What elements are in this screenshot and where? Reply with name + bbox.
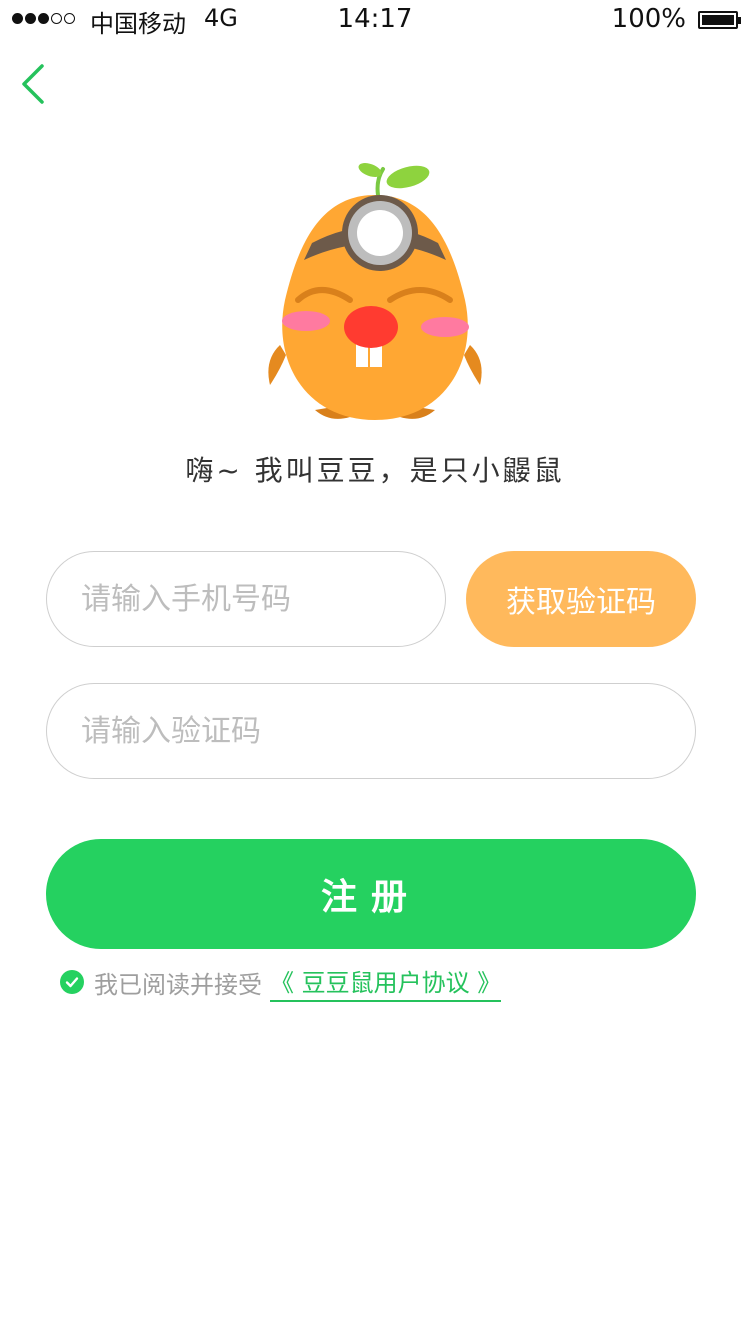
mascot-greeting: 嗨~ 我叫豆豆，是只小鼹鼠 [185, 454, 565, 487]
checkmark-circle-icon[interactable] [60, 970, 84, 994]
battery-percentage: 100% [611, 4, 686, 34]
agreement-prefix: 我已阅读并接受 [94, 970, 262, 999]
mole-mascot-illustration [250, 155, 500, 430]
verification-code-input[interactable] [46, 683, 696, 779]
agreement-row: 我已阅读并接受 《 豆豆鼠用户协议 》 [60, 963, 502, 1002]
chevron-left-icon [22, 64, 44, 104]
get-verification-code-button[interactable]: 获取验证码 [466, 551, 696, 647]
phone-number-input[interactable] [46, 551, 446, 647]
back-button[interactable] [14, 58, 58, 110]
user-agreement-link[interactable]: 《 豆豆鼠用户协议 》 [270, 963, 502, 1002]
mole-mascot-icon [268, 163, 482, 420]
status-bar: 中国移动 4G 14:17 100% [0, 0, 750, 40]
battery-icon [698, 11, 741, 29]
register-button[interactable]: 注册 [46, 839, 696, 949]
